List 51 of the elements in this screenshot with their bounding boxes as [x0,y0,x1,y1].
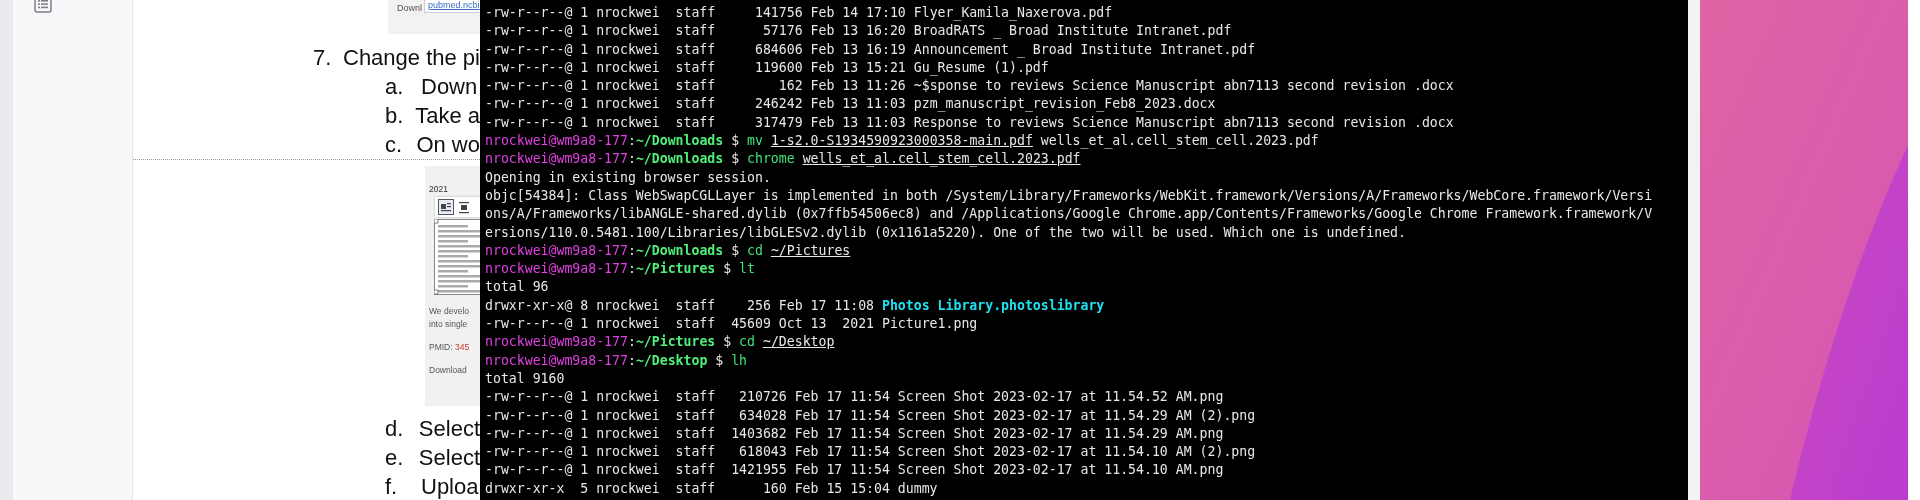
terminal-line: -rw-r--r--@ 1 nrockwei staff 210726 Feb 17 11:54 Screen Shot 2023-02-17 at 11.54.52 AM.png [485,388,1224,407]
outline-icon[interactable] [34,0,52,13]
terminal-line: nrockwei@wm9a8-177:~/Pictures $ lt [485,260,755,279]
terminal-line: total 9160 [485,369,565,388]
list-item-text: Uploa [421,473,479,500]
terminal-line: -rw-r--r--@ 1 nrockwei staff 1403682 Feb 17 11:54 Screen Shot 2023-02-17 at 11.54.29 AM.png [485,424,1224,443]
terminal-line: -rw-r--r--@ 1 nrockwei staff 57176 Feb 13 16:20 BroadRATS _ Broad Institute Intranet.pdf [485,22,1232,41]
list-item-text: Select [418,444,480,471]
terminal-line: nrockwei@wm9a8-177:~/Downloads $ mv 1-s2.0-S1934590923000358-main.pdf wells_et_al.cell_stem_cell.2023.pdf [485,132,1319,151]
terminal-line: -rw-r--r--@ 1 nrockwei staff 162 Feb 13 11:26 ~$sponse to reviews Science Manuscript abn7113 second revision .docx [485,77,1454,96]
terminal-line: -rw-r--r--@ 1 nrockwei staff 246242 Feb 13 11:03 pzm_manuscript_revision_Feb8_2023.docx [485,95,1216,114]
terminal-line: ersions/110.0.5481.100/Libraries/libGLESv2.dylib (0x1161a5220). One of the two will be used. Which one is undefined. [485,223,1406,242]
terminal-line: nrockwei@wm9a8-177:~/Downloads $ chrome wells_et_al.cell_stem_cell.2023.pdf [485,150,1081,169]
terminal-line: nrockwei@wm9a8-177:~/Desktop $ lh [485,351,748,370]
terminal-line: drwxr-xr-x 5 nrockwei staff 160 Feb 15 15:04 dummy [485,479,938,498]
terminal-line: nrockwei@wm9a8-177:~/Downloads $ cd ~/Pictures [485,241,851,260]
list-number: e. [385,444,405,471]
list-number: f. [385,473,399,500]
terminal-line: -rw-r--r--@ 1 nrockwei staff 618043 Feb 17 11:54 Screen Shot 2023-02-17 at 11.54.10 AM (2).png [485,443,1256,462]
list-number: b. [385,102,405,129]
list-number: a. [385,73,405,100]
list-item-text: Take a [415,102,480,129]
pmid-text: PMID: 345 [429,341,471,354]
list-number: c. [385,131,404,158]
terminal-line: -rw-r--r--@ 1 nrockwei staff 119600 Feb 13 15:21 Gu_Resume (1).pdf [485,58,1049,78]
terminal-line: -rw-r--r--@ 1 nrockwei staff 684606 Feb 13 16:19 Announcement _ Broad Institute Intranet.pdf [485,40,1256,59]
list-number: d. [385,415,405,442]
abstract-text: We develo [429,305,470,318]
terminal-line: total 96 [485,278,549,297]
terminal-line: objc[54384]: Class WebSwapCGLLayer is implemented in both /System/Library/Frameworks/WebKit.framework/Versions/A/Frameworks/WebCore.framework/Versi [485,186,1653,205]
snippet-text: Downl [397,3,422,13]
terminal-line: -rw-r--r--@ 1 nrockwei staff 45609 Oct 13 2021 Picture1.png [485,315,978,334]
wrap-text-icon[interactable] [438,199,454,215]
list-item-text: Down [421,73,478,100]
list-number: 7. [313,44,333,71]
list-item-text: On wo [416,131,480,158]
terminal-line: Opening in existing browser session. [485,168,771,187]
link-tooltip[interactable]: pubmed.ncbi [424,0,480,13]
terminal-line: -rw-r--r--@ 1 nrockwei staff 141756 Feb 14 17:10 Flyer_Kamila_Naxerova.pdf [485,4,1113,23]
list-item-text: Change the pi [343,44,480,71]
terminal-line: drwxr-xr-x@ 8 nrockwei staff 256 Feb 17 11:08 Photos Library.photoslibrary [485,296,1105,315]
abstract-text: into single [429,318,469,331]
download-label: Download [429,364,468,377]
list-item-text: Select [418,415,480,442]
year-text: 2021 [429,184,449,194]
terminal-line: nrockwei@wm9a8-177:~/Pictures $ cd ~/Desktop [485,333,835,352]
terminal-line: -rw-r--r--@ 1 nrockwei staff 1421955 Feb 17 11:54 Screen Shot 2023-02-17 at 11.54.10 AM.png [485,461,1224,480]
terminal-line: ons/A/Frameworks/libANGLE-shared.dylib (0x7ffb54506ec8) and /Applications/Google Chrome.app/Contents/Frameworks/Google Chrome Framework.framework/V [485,205,1653,224]
align-center-icon[interactable] [458,200,470,214]
terminal-line: -rw-r--r--@ 1 nrockwei staff 317479 Feb 13 11:03 Response to reviews Science Manuscript abn7113 second revision .docx [485,113,1454,132]
terminal-line: -rw-r--r--@ 1 nrockwei staff 634028 Feb 17 11:54 Screen Shot 2023-02-17 at 11.54.29 AM (2).png [485,406,1256,425]
